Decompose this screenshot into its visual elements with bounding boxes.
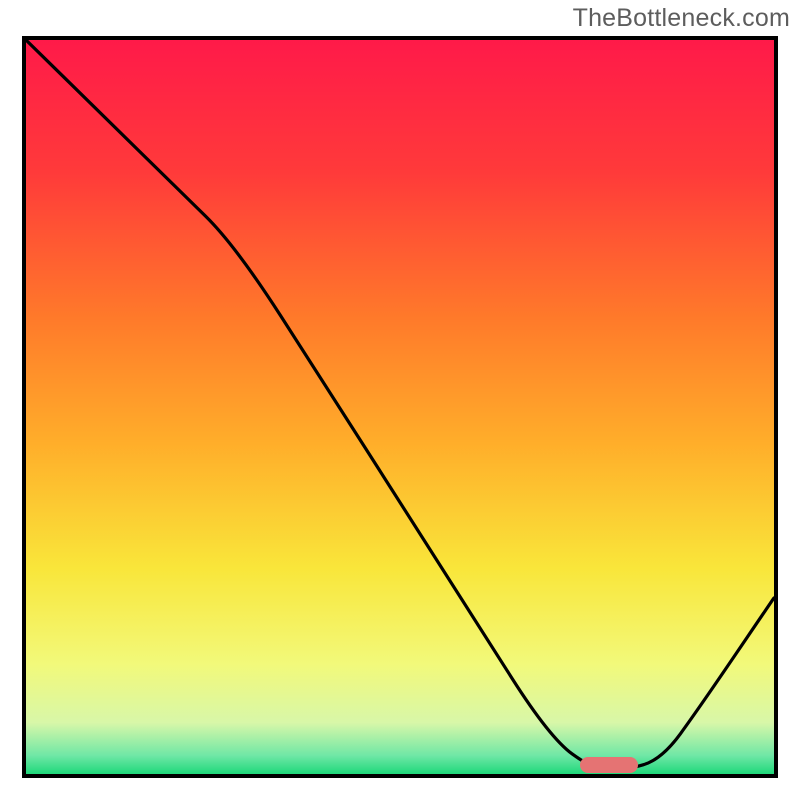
chart-container: TheBottleneck.com xyxy=(0,0,800,800)
watermark-text: TheBottleneck.com xyxy=(573,4,790,33)
optimal-marker xyxy=(580,757,638,773)
bottleneck-curve xyxy=(26,40,774,774)
plot-frame xyxy=(22,36,778,778)
